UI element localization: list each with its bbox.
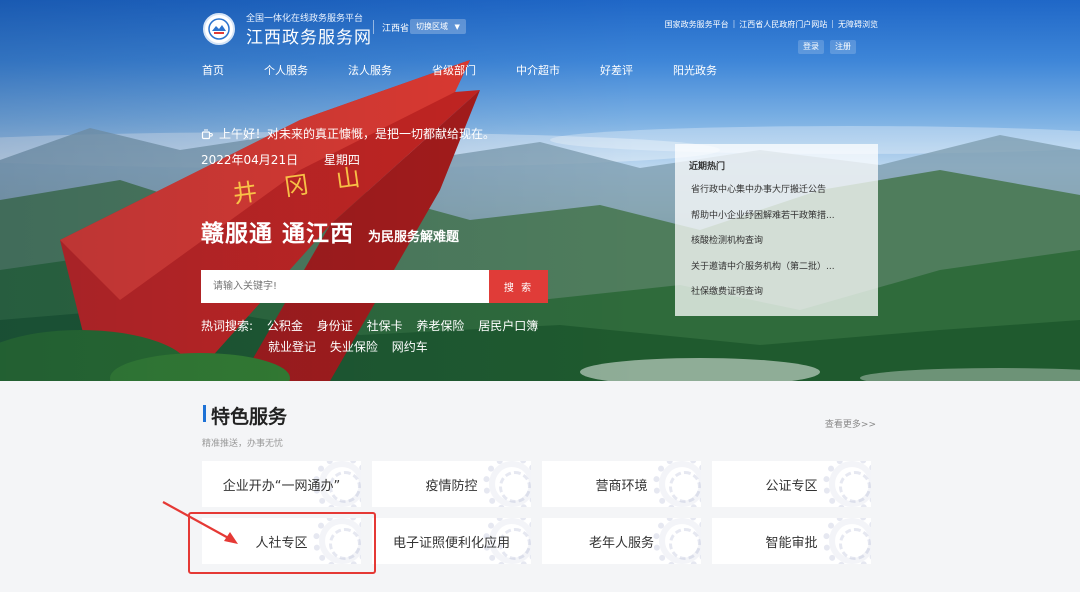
view-more-link[interactable]: 查看更多>> <box>825 417 876 430</box>
card-label: 电子证照便利化应用 <box>392 535 510 551</box>
emblem-icon <box>208 18 230 40</box>
pattern-decoration <box>823 461 871 507</box>
search-input[interactable] <box>201 270 489 303</box>
date-text: 2022年04月21日 <box>201 153 299 167</box>
link-separator: | <box>831 19 834 28</box>
nav-open-government[interactable]: 阳光政务 <box>673 62 717 78</box>
card-label: 营商环境 <box>595 478 648 494</box>
nav-home[interactable]: 首页 <box>202 62 224 78</box>
pattern-decoration <box>653 518 701 564</box>
slogan-sub: 为民服务解难题 <box>368 230 460 245</box>
news-item[interactable]: 核酸检测机构查询 <box>691 235 867 247</box>
card-label: 公证专区 <box>765 478 818 494</box>
hot-search: 热词搜索: 公积金 身份证 社保卡 养老保险 居民户口簿 就业登记 失业保险 网… <box>201 316 561 358</box>
region-switch-label: 切换区域 <box>416 22 448 31</box>
service-card-epidemic[interactable]: 疫情防控 <box>372 461 531 507</box>
service-card-e-license[interactable]: 电子证照便利化应用 <box>372 518 531 564</box>
coffee-cup-icon <box>201 128 213 139</box>
top-links: 国家政务服务平台 | 江西省人民政府门户网站 | 无障碍浏览 <box>665 19 878 30</box>
current-date: 2022年04月21日 星期四 <box>201 151 360 168</box>
card-label: 智能审批 <box>765 535 818 551</box>
section-title: 特色服务 <box>211 406 288 428</box>
hot-term-household-register[interactable]: 居民户口簿 <box>478 319 538 333</box>
nav-provincial-departments[interactable]: 省级部门 <box>432 62 476 78</box>
pattern-decoration <box>653 461 701 507</box>
caret-down-icon: ▼ <box>454 23 460 31</box>
main-nav: 首页 个人服务 法人服务 省级部门 中介超市 好差评 阳光政务 <box>202 62 757 78</box>
card-label: 老年人服务 <box>588 535 654 551</box>
slogan: 赣服通 通江西 为民服务解难题 <box>201 214 459 248</box>
hot-search-label: 热词搜索: <box>201 319 254 333</box>
hot-news-panel: 近期热门 省行政中心集中办事大厅搬迁公告 帮助中小企业纾困解难若干政策措... … <box>675 144 878 316</box>
current-region: 江西省 <box>382 24 410 34</box>
news-item[interactable]: 帮助中小企业纾困解难若干政策措... <box>691 210 867 222</box>
nav-personal-services[interactable]: 个人服务 <box>264 62 308 78</box>
site-header: 全国一体化在线政务服务平台 江西政务服务网 江西省 切换区域 ▼ 国家政务服务平… <box>0 0 1080 90</box>
section-accent-bar <box>203 405 206 422</box>
hot-term-id-card[interactable]: 身份证 <box>317 319 353 333</box>
hot-term-ride-hailing[interactable]: 网约车 <box>392 340 428 354</box>
pattern-decoration <box>823 518 871 564</box>
hot-term-pension[interactable]: 养老保险 <box>416 319 464 333</box>
hot-term-unemployment[interactable]: 失业保险 <box>330 340 378 354</box>
greeting-text: 上午好！对未来的真正慷慨，是把一切都献给现在。 <box>219 127 496 141</box>
register-button[interactable]: 注册 <box>830 40 856 54</box>
news-item[interactable]: 关于邀请中介服务机构（第二批）... <box>691 261 867 273</box>
service-card-business-environment[interactable]: 营商环境 <box>542 461 701 507</box>
section-subtitle: 精准推送，办事无忧 <box>202 439 284 449</box>
service-card-smart-approval[interactable]: 智能审批 <box>712 518 871 564</box>
card-label: 疫情防控 <box>425 478 478 494</box>
hot-news-list: 省行政中心集中办事大厅搬迁公告 帮助中小企业纾困解难若干政策措... 核酸检测机… <box>691 184 867 312</box>
hot-term-housing-fund[interactable]: 公积金 <box>267 319 303 333</box>
link-provincial-portal[interactable]: 江西省人民政府门户网站 <box>739 19 827 30</box>
news-item[interactable]: 社保缴费证明查询 <box>691 286 867 298</box>
nav-reviews[interactable]: 好差评 <box>600 62 633 78</box>
weekday-text: 星期四 <box>323 153 360 167</box>
nav-agency-market[interactable]: 中介超市 <box>516 62 560 78</box>
link-accessibility[interactable]: 无障碍浏览 <box>838 19 878 30</box>
hot-term-social-card[interactable]: 社保卡 <box>367 319 403 333</box>
card-label: 企业开办“一网通办” <box>222 478 341 494</box>
service-card-elderly[interactable]: 老年人服务 <box>542 518 701 564</box>
greeting: 上午好！对未来的真正慷慨，是把一切都献给现在。 <box>201 125 495 142</box>
service-card-notary[interactable]: 公证专区 <box>712 461 871 507</box>
link-separator: | <box>732 19 736 28</box>
header-divider <box>373 20 374 34</box>
card-label: 人社专区 <box>255 535 308 551</box>
news-item[interactable]: 省行政中心集中办事大厅搬迁公告 <box>691 184 867 196</box>
nav-corporate-services[interactable]: 法人服务 <box>348 62 392 78</box>
slogan-main: 赣服通 通江西 <box>201 221 355 247</box>
site-logo[interactable] <box>203 13 235 45</box>
search-button[interactable]: 搜 索 <box>489 270 548 303</box>
login-button[interactable]: 登录 <box>798 40 824 54</box>
pattern-decoration <box>483 461 531 507</box>
link-national-platform[interactable]: 国家政务服务平台 <box>665 19 729 30</box>
hot-term-employment[interactable]: 就业登记 <box>268 340 316 354</box>
region-switch-button[interactable]: 切换区域 ▼ <box>410 19 466 34</box>
service-card-enterprise[interactable]: 企业开办“一网通办” <box>202 461 361 507</box>
logo-title[interactable]: 江西政务服务网 <box>246 23 372 48</box>
hot-news-title: 近期热门 <box>689 162 726 172</box>
